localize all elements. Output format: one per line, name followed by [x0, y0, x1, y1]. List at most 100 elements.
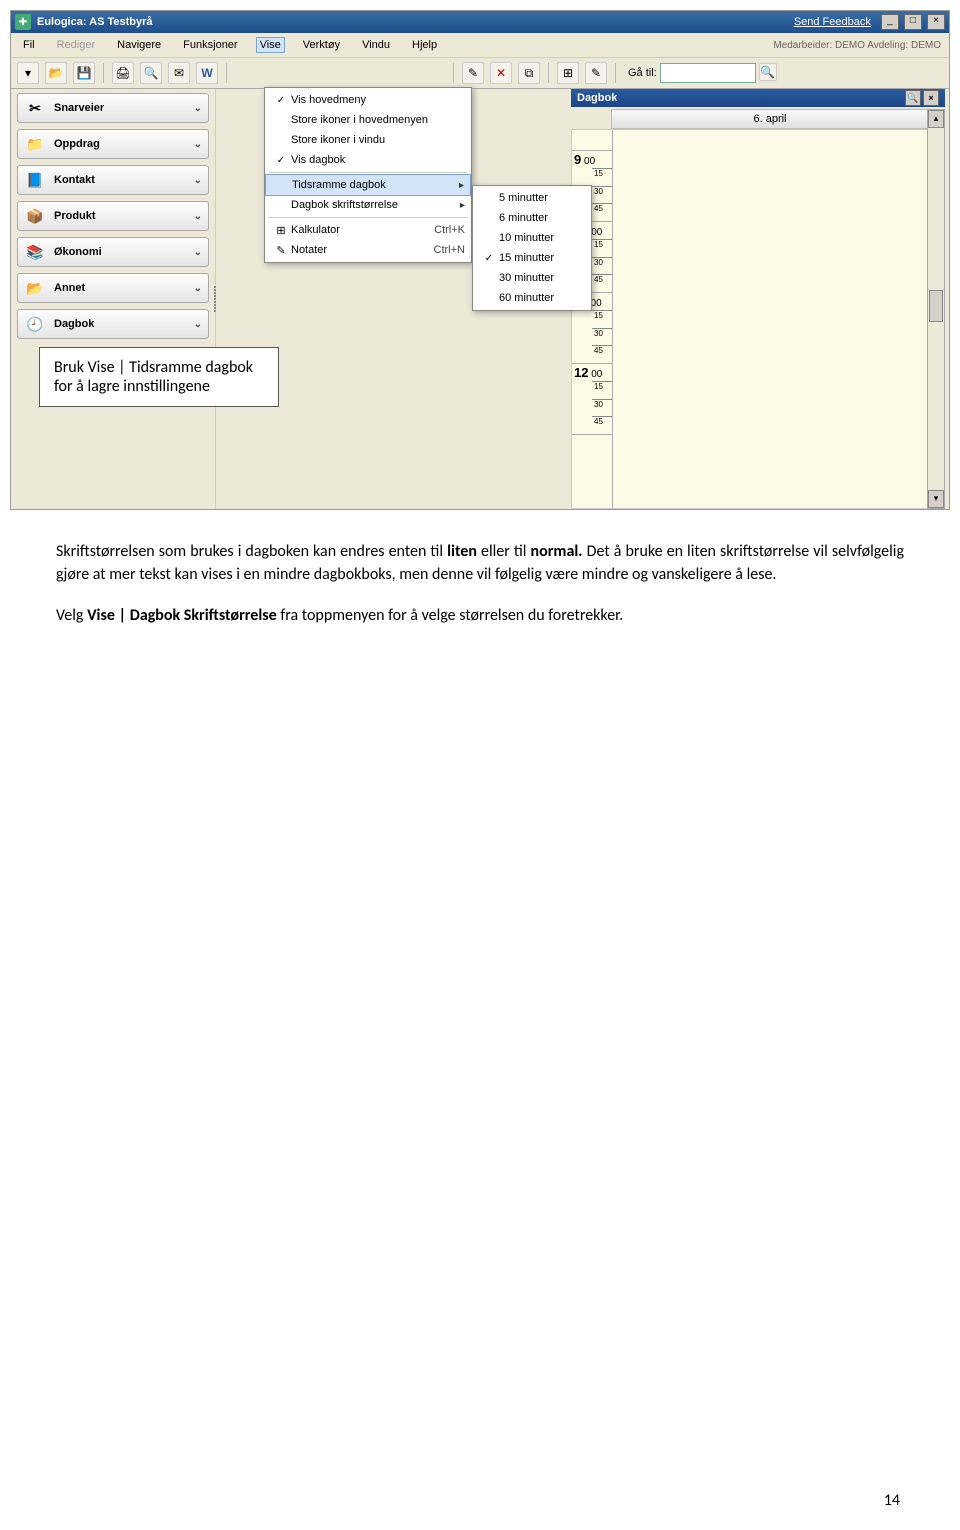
chevron-icon: ⌄	[194, 283, 202, 294]
tick: 15	[592, 310, 612, 320]
calc-icon[interactable]: ⊞	[557, 62, 579, 84]
menu-label: Kalkulator	[291, 224, 426, 236]
submenu-item-30min[interactable]: 30 minutter	[473, 268, 591, 288]
mail-icon[interactable]: ✉	[168, 62, 190, 84]
menu-item-store-ikoner-vindu[interactable]: Store ikoner i vindu	[265, 130, 471, 150]
menu-label: Store ikoner i vindu	[291, 134, 465, 146]
chevron-icon: ⌄	[194, 319, 202, 330]
sidebar-label: Annet	[54, 282, 85, 294]
scroll-up-icon[interactable]: ▴	[928, 110, 944, 128]
delete-icon[interactable]: ✕	[490, 62, 512, 84]
menu-navigere[interactable]: Navigere	[113, 37, 165, 53]
minimize-button[interactable]: _	[881, 14, 899, 30]
menu-label: 6 minutter	[499, 212, 585, 224]
word-icon[interactable]: W	[196, 62, 218, 84]
menu-vindu[interactable]: Vindu	[358, 37, 394, 53]
menu-funksjoner[interactable]: Funksjoner	[179, 37, 241, 53]
submenu-item-15min[interactable]: ✓15 minutter	[473, 248, 591, 268]
app-screenshot: ✚ Eulogica: AS Testbyrå Send Feedback _ …	[10, 10, 950, 510]
page-number: 14	[884, 1491, 900, 1510]
dagbok-icon: 🕘	[24, 313, 46, 335]
sidebar-label: Økonomi	[54, 246, 102, 258]
sidebar-label: Kontakt	[54, 174, 95, 186]
tick: 30	[592, 328, 612, 338]
print-icon[interactable]: 🖨	[112, 62, 134, 84]
app-body: ✂Snarveier⌄ 📁Oppdrag⌄ 📘 Kontakt ⌄ 📦Produkt…	[11, 89, 949, 509]
chevron-icon: ⌄	[194, 211, 202, 222]
sidebar-item-produkt[interactable]: 📦Produkt⌄	[17, 201, 209, 231]
new-icon[interactable]: ▾	[17, 62, 39, 84]
tick: 45	[592, 274, 612, 284]
calendar-scrollbar[interactable]: ▴ ▾	[927, 109, 945, 509]
menu-rediger[interactable]: Rediger	[53, 37, 100, 53]
scroll-thumb[interactable]	[929, 290, 943, 322]
hour-label: 12 00	[574, 365, 602, 380]
separator	[615, 63, 616, 83]
search-icon[interactable]: 🔍	[759, 63, 777, 81]
submenu-item-60min[interactable]: 60 minutter	[473, 288, 591, 308]
goto-input[interactable]	[660, 63, 756, 83]
calendar-body[interactable]: 9 00 15 30 45 10 00 15 30 45 11 00	[571, 129, 945, 509]
produkt-icon: 📦	[24, 205, 46, 227]
send-feedback-link[interactable]: Send Feedback	[794, 16, 871, 28]
sidebar-item-okonomi[interactable]: 📚Økonomi⌄	[17, 237, 209, 267]
sidebar-item-kontakt[interactable]: 📘Kontakt⌄	[17, 165, 209, 195]
menu-item-store-ikoner-hovedmeny[interactable]: Store ikoner i hovedmenyen	[265, 110, 471, 130]
menu-item-kalkulator[interactable]: ⊞KalkulatorCtrl+K	[265, 220, 471, 240]
menu-item-vis-dagbok[interactable]: ✓Vis dagbok	[265, 150, 471, 170]
menu-verktoy[interactable]: Verktøy	[299, 37, 344, 53]
submenu-arrow-icon: ▸	[459, 180, 464, 191]
open-icon[interactable]: 📂	[45, 62, 67, 84]
submenu-item-10min[interactable]: 10 minutter	[473, 228, 591, 248]
menu-label: 5 minutter	[499, 192, 585, 204]
sidebar-label: Dagbok	[54, 318, 94, 330]
tick: 15	[592, 381, 612, 391]
sidebar-item-annet[interactable]: 📂 Annet ⌄	[17, 273, 209, 303]
shortcut-label: Ctrl+K	[434, 224, 465, 236]
submenu-item-5min[interactable]: 5 minutter	[473, 188, 591, 208]
chevron-icon: ⌄	[194, 103, 202, 114]
note-icon[interactable]: ✎	[585, 62, 607, 84]
copy-icon[interactable]: ⧉	[518, 62, 540, 84]
okonomi-icon: 📚	[24, 241, 46, 263]
kontakt-icon: 📘	[24, 169, 46, 191]
menu-hjelp[interactable]: Hjelp	[408, 37, 441, 53]
search-icon[interactable]: 🔍	[905, 90, 921, 106]
window-titlebar: ✚ Eulogica: AS Testbyrå Send Feedback _ …	[11, 11, 949, 33]
sidebar-item-oppdrag[interactable]: 📁Oppdrag⌄	[17, 129, 209, 159]
close-button[interactable]: ×	[927, 14, 945, 30]
goto-label: Gå til:	[628, 67, 657, 79]
menu-separator	[269, 217, 467, 218]
separator	[548, 63, 549, 83]
shortcuts-icon: ✂	[24, 97, 46, 119]
menu-separator	[269, 172, 467, 173]
annet-icon: 📂	[24, 277, 46, 299]
sidebar: ✂Snarveier⌄ 📁Oppdrag⌄ 📘 Kontakt ⌄ 📦Produkt…	[11, 89, 216, 509]
close-panel-icon[interactable]: ×	[923, 90, 939, 106]
preview-icon[interactable]: 🔍	[140, 62, 162, 84]
menu-item-notater[interactable]: ✎NotaterCtrl+N	[265, 240, 471, 260]
save-icon[interactable]: 💾	[73, 62, 95, 84]
separator	[103, 63, 104, 83]
menu-label: Store ikoner i hovedmenyen	[291, 114, 465, 126]
hour-row	[572, 130, 612, 151]
date-header[interactable]: 6. april	[611, 109, 929, 129]
hour-row: 12 00 15 30 45	[572, 364, 612, 435]
hour-label: 9 00	[574, 152, 595, 167]
submenu-item-6min[interactable]: 6 minutter	[473, 208, 591, 228]
menu-vise[interactable]: Vise	[256, 37, 285, 53]
menu-item-tidsramme-dagbok[interactable]: Tidsramme dagbok▸	[265, 174, 471, 196]
sidebar-item-snarveier[interactable]: ✂Snarveier⌄	[17, 93, 209, 123]
goto-field: Gå til: 🔍	[628, 63, 777, 83]
shortcut-label: Ctrl+N	[434, 244, 465, 256]
chevron-icon: ⌄	[194, 139, 202, 150]
menu-fil[interactable]: Fil	[19, 37, 39, 53]
check-icon: ✓	[271, 95, 291, 106]
menu-item-vis-hovedmeny[interactable]: ✓Vis hovedmeny	[265, 90, 471, 110]
header-icons: 🔍 ×	[905, 90, 939, 106]
edit-icon[interactable]: ✎	[462, 62, 484, 84]
menu-item-dagbok-skriftstorrelse[interactable]: Dagbok skriftstørrelse▸	[265, 195, 471, 215]
scroll-down-icon[interactable]: ▾	[928, 490, 944, 508]
maximize-button[interactable]: □	[904, 14, 922, 30]
sidebar-item-dagbok[interactable]: 🕘 Dagbok ⌄	[17, 309, 209, 339]
